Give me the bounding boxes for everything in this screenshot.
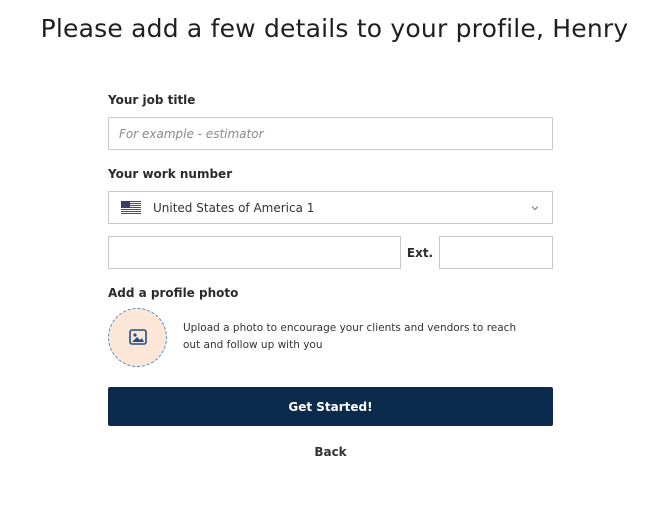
image-icon [128, 329, 147, 345]
ext-label: Ext. [406, 245, 434, 260]
profile-photo-description: Upload a photo to encourage your clients… [183, 322, 517, 351]
profile-form: Your job title Your work number United S… [108, 92, 553, 459]
back-link[interactable]: Back [108, 445, 553, 459]
job-title-label: Your job title [108, 93, 196, 107]
phone-number-input[interactable] [108, 236, 401, 269]
job-title-input[interactable] [108, 117, 553, 150]
chevron-down-icon [531, 205, 539, 210]
country-select[interactable]: United States of America 1 [108, 191, 553, 224]
profile-photo-upload[interactable] [108, 307, 167, 367]
profile-photo-row: Upload a photo to encourage your clients… [108, 307, 553, 367]
get-started-button[interactable]: Get Started! [108, 387, 553, 426]
phone-row: Ext. [108, 236, 553, 269]
country-select-value: United States of America 1 [153, 200, 315, 215]
us-flag-icon [121, 201, 141, 214]
profile-photo-label: Add a profile photo [108, 286, 239, 300]
page-title: Please add a few details to your profile… [40, 14, 629, 43]
ext-input[interactable] [439, 236, 553, 269]
work-number-label: Your work number [108, 167, 233, 181]
